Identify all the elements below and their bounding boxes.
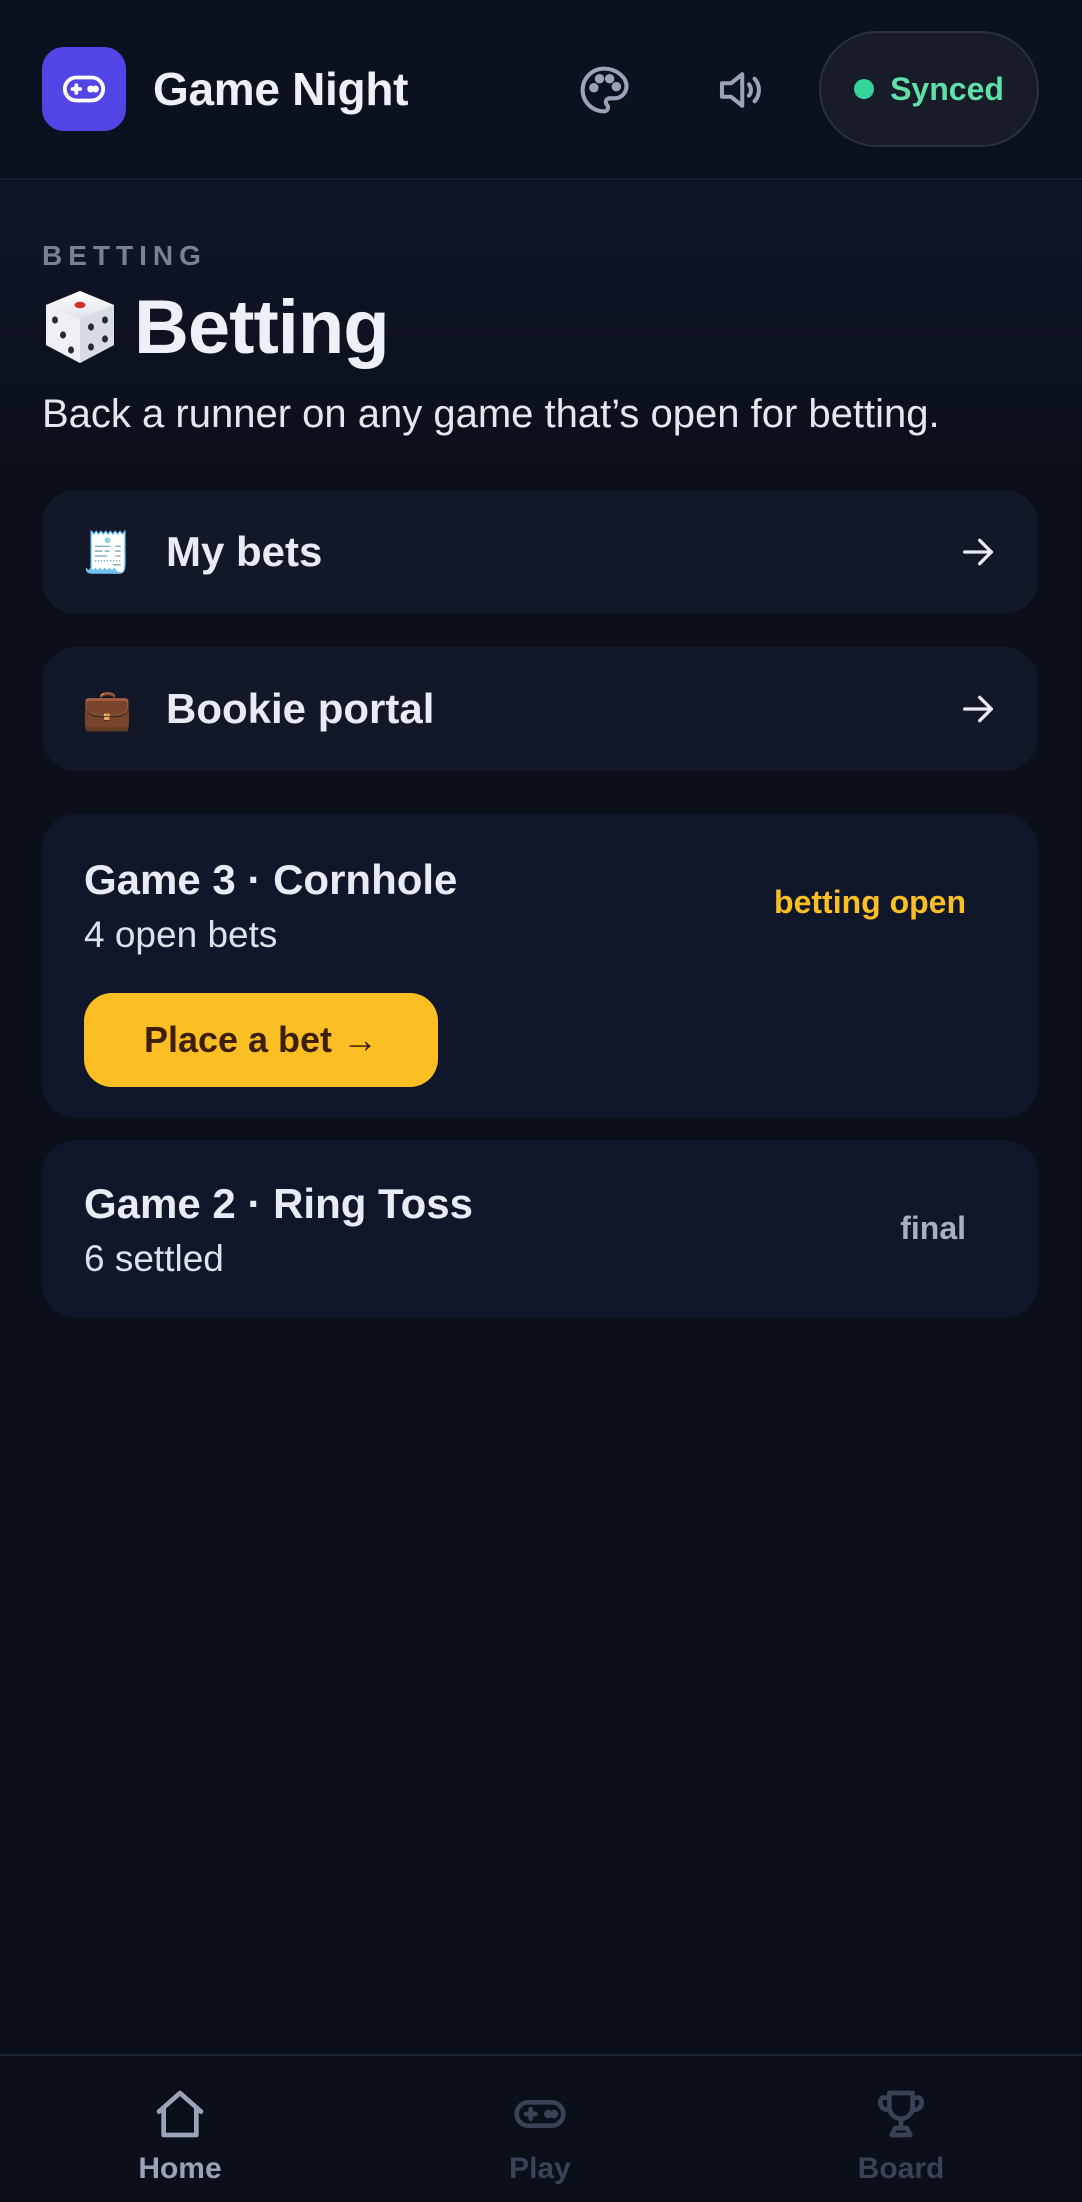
tab-play-label: Play xyxy=(509,2152,571,2185)
briefcase-icon: 💼 xyxy=(82,687,132,732)
theme-button[interactable] xyxy=(572,58,636,122)
dice-icon xyxy=(46,291,114,363)
trophy-icon xyxy=(877,2090,925,2138)
top-bar: Game Night Synced xyxy=(0,0,1082,180)
game-card[interactable]: Game 2 · Ring Toss 6 settled final xyxy=(42,1140,1038,1318)
arrow-right-icon xyxy=(963,695,993,723)
sync-label: Synced xyxy=(890,70,1004,107)
section-eyebrow: BETTING xyxy=(42,240,207,271)
page-subtitle: Back a runner on any game that’s open fo… xyxy=(42,392,940,436)
sync-status-badge[interactable]: Synced xyxy=(819,31,1039,147)
game-card: Game 3 · Cornhole 4 open bets betting op… xyxy=(42,814,1038,1118)
place-bet-button[interactable]: Place a bet → xyxy=(84,993,438,1087)
status-badge: final xyxy=(900,1210,966,1246)
bookie-portal-label: Bookie portal xyxy=(166,685,435,732)
home-icon xyxy=(156,2090,204,2138)
page-title-text: Betting xyxy=(134,284,390,370)
game-title: Game 2 · Ring Toss xyxy=(84,1180,473,1227)
sound-button[interactable] xyxy=(708,58,772,122)
tab-home[interactable]: Home xyxy=(80,2056,280,2202)
gamepad-icon xyxy=(62,75,106,103)
game-bet-count: 4 open bets xyxy=(84,914,278,955)
tab-home-label: Home xyxy=(138,2152,222,2185)
sync-dot xyxy=(854,79,875,99)
app-title: Game Night xyxy=(153,63,409,115)
tab-board-label: Board xyxy=(857,2152,945,2185)
app-root: Game Night Synced BETTING Betting Back a… xyxy=(0,0,1082,2202)
bottom-nav: Home Play Board xyxy=(0,2054,1082,2202)
gamepad-icon xyxy=(514,2100,566,2128)
game-bet-count: 6 settled xyxy=(84,1238,224,1279)
tab-play[interactable]: Play xyxy=(440,2056,640,2202)
receipt-icon: 🧾 xyxy=(82,530,132,575)
bookie-portal-link[interactable]: 💼 Bookie portal xyxy=(42,647,1038,771)
my-bets-link[interactable]: 🧾 My bets xyxy=(42,490,1038,614)
my-bets-label: My bets xyxy=(166,528,323,575)
arrow-right-icon xyxy=(963,538,993,566)
page-title: Betting xyxy=(40,282,390,372)
game-title: Game 3 · Cornhole xyxy=(84,856,458,903)
status-badge: betting open xyxy=(774,884,966,920)
palette-icon xyxy=(580,66,629,114)
app-logo[interactable] xyxy=(42,47,126,131)
tab-board[interactable]: Board xyxy=(801,2056,1001,2202)
speaker-icon xyxy=(719,72,761,108)
